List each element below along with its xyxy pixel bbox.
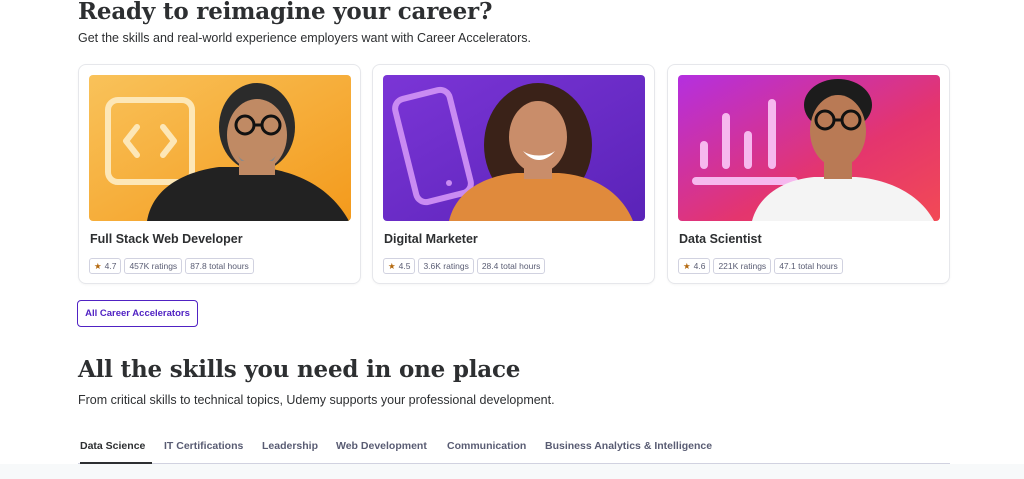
rating-badge: ★ 4.7: [89, 258, 122, 274]
tab-communication[interactable]: Communication: [447, 440, 526, 464]
content-area-background: [0, 464, 1024, 479]
card-meta: ★ 4.7 457K ratings 87.8 total hours: [89, 258, 254, 274]
card-thumbnail[interactable]: [678, 75, 940, 221]
tab-business-analytics[interactable]: Business Analytics & Intelligence: [545, 440, 712, 464]
skills-tabs: Data Science IT Certifications Leadershi…: [78, 438, 950, 464]
skills-section-title: All the skills you need in one place: [78, 356, 521, 383]
ratings-count: 457K ratings: [124, 258, 183, 274]
rating-badge: ★ 4.6: [678, 258, 711, 274]
card-thumbnail[interactable]: [383, 75, 645, 221]
tab-data-science[interactable]: Data Science: [80, 440, 152, 464]
total-hours: 47.1 total hours: [774, 258, 843, 274]
career-section-subtitle: Get the skills and real-world experience…: [78, 31, 531, 45]
career-card-digital-marketer[interactable]: Digital Marketer ★ 4.5 3.6K ratings 28.4 …: [372, 64, 655, 284]
tab-it-certifications[interactable]: IT Certifications: [164, 440, 243, 464]
career-section-title: Ready to reimagine your career?: [78, 0, 493, 25]
star-icon: ★: [388, 261, 396, 271]
ratings-count: 221K ratings: [713, 258, 772, 274]
career-card-full-stack[interactable]: Full Stack Web Developer ★ 4.7 457K ratin…: [78, 64, 361, 284]
card-thumbnail[interactable]: [89, 75, 351, 221]
card-meta: ★ 4.6 221K ratings 47.1 total hours: [678, 258, 843, 274]
all-career-accelerators-button[interactable]: All Career Accelerators: [77, 300, 198, 327]
card-title[interactable]: Digital Marketer: [384, 232, 478, 246]
total-hours: 87.8 total hours: [185, 258, 254, 274]
star-icon: ★: [94, 261, 102, 271]
total-hours: 28.4 total hours: [476, 258, 546, 274]
tab-web-development[interactable]: Web Development: [336, 440, 427, 464]
star-icon: ★: [683, 261, 691, 271]
card-meta: ★ 4.5 3.6K ratings 28.4 total hours: [383, 258, 546, 274]
rating-badge: ★ 4.5: [383, 258, 416, 274]
card-title[interactable]: Full Stack Web Developer: [90, 232, 243, 246]
tab-leadership[interactable]: Leadership: [262, 440, 318, 464]
ratings-count: 3.6K ratings: [418, 258, 474, 274]
card-title[interactable]: Data Scientist: [679, 232, 762, 246]
career-card-data-scientist[interactable]: Data Scientist ★ 4.6 221K ratings 47.1 to…: [667, 64, 950, 284]
career-cards: Full Stack Web Developer ★ 4.7 457K ratin…: [78, 64, 950, 284]
skills-section-subtitle: From critical skills to technical topics…: [78, 393, 555, 407]
